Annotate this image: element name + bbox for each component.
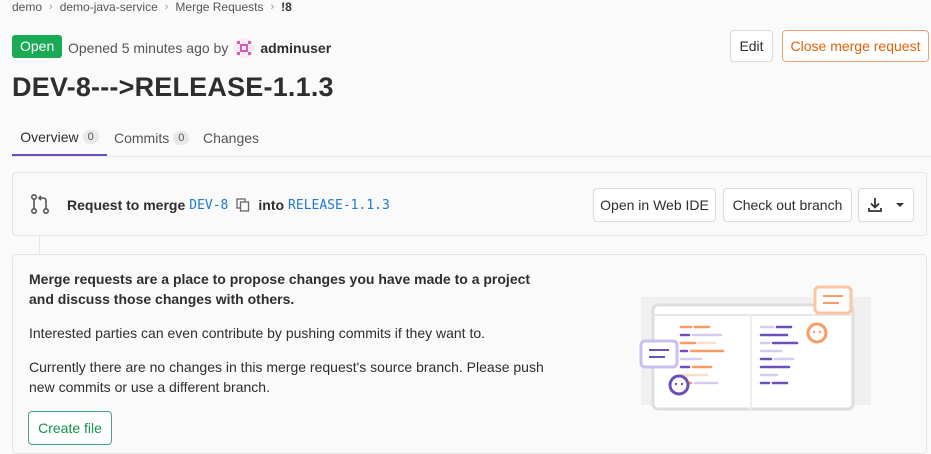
widget-connector bbox=[39, 236, 40, 254]
chevron-right-icon: › bbox=[164, 1, 169, 13]
target-branch-link[interactable]: RELEASE-1.1.3 bbox=[288, 198, 390, 213]
chevron-right-icon: › bbox=[49, 1, 53, 13]
chevron-down-icon bbox=[896, 203, 904, 207]
opened-info: Opened 5 minutes ago by adminuser bbox=[68, 38, 331, 58]
tab-commits-label: Commits bbox=[114, 130, 170, 146]
empty-state-paragraph-2: Currently there are no changes in this m… bbox=[29, 359, 544, 395]
download-icon bbox=[868, 198, 882, 212]
merge-request-widget: Request to merge DEV-8 into RELEASE-1.1.… bbox=[12, 172, 927, 236]
into-label: into bbox=[258, 197, 285, 213]
tab-changes[interactable]: Changes bbox=[203, 120, 259, 156]
check-out-branch-button[interactable]: Check out branch bbox=[723, 188, 852, 222]
avatar[interactable] bbox=[234, 38, 255, 58]
tab-commits-count: 0 bbox=[173, 131, 190, 145]
breadcrumb-project[interactable]: demo-java-service bbox=[60, 0, 158, 14]
avatar-icon bbox=[237, 41, 252, 55]
breadcrumb-merge-requests[interactable]: Merge Requests bbox=[175, 0, 263, 14]
tab-changes-label: Changes bbox=[203, 130, 260, 146]
tab-overview-count: 0 bbox=[82, 130, 99, 144]
opened-text: Opened 5 minutes ago by bbox=[68, 40, 229, 56]
copy-icon[interactable] bbox=[236, 198, 250, 212]
empty-state-paragraph-1: Interested parties can even contribute b… bbox=[29, 325, 486, 341]
open-in-web-ide-button[interactable]: Open in Web IDE bbox=[593, 188, 716, 222]
edit-button[interactable]: Edit bbox=[730, 30, 773, 62]
source-branch-link[interactable]: DEV-8 bbox=[189, 198, 228, 213]
merge-request-icon bbox=[30, 193, 50, 215]
tab-bar: Overview 0 Commits 0 Changes bbox=[12, 120, 931, 157]
breadcrumb-mr-id[interactable]: !8 bbox=[281, 0, 292, 14]
status-badge: Open bbox=[12, 35, 63, 58]
close-merge-request-button[interactable]: Close merge request bbox=[782, 30, 929, 62]
tab-commits[interactable]: Commits 0 bbox=[114, 120, 190, 156]
empty-state: Merge requests are a place to propose ch… bbox=[12, 254, 927, 454]
empty-state-text: Merge requests are a place to propose ch… bbox=[29, 269, 549, 411]
create-file-button[interactable]: Create file bbox=[28, 411, 112, 445]
merge-info: Request to merge DEV-8 into RELEASE-1.1.… bbox=[67, 197, 394, 213]
breadcrumb: demo › demo-java-service › Merge Request… bbox=[12, 0, 292, 14]
empty-state-lead: Merge requests are a place to propose ch… bbox=[29, 271, 531, 307]
chevron-right-icon: › bbox=[270, 1, 275, 13]
request-to-merge-label: Request to merge bbox=[67, 197, 186, 213]
breadcrumb-demo[interactable]: demo bbox=[12, 0, 42, 14]
tab-overview[interactable]: Overview 0 bbox=[12, 120, 107, 156]
author-link[interactable]: adminuser bbox=[260, 40, 331, 56]
page-title: DEV-8--->RELEASE-1.1.3 bbox=[12, 72, 334, 102]
download-dropdown-button[interactable] bbox=[858, 188, 914, 222]
merge-request-illustration bbox=[639, 285, 871, 411]
tab-overview-label: Overview bbox=[20, 129, 79, 145]
